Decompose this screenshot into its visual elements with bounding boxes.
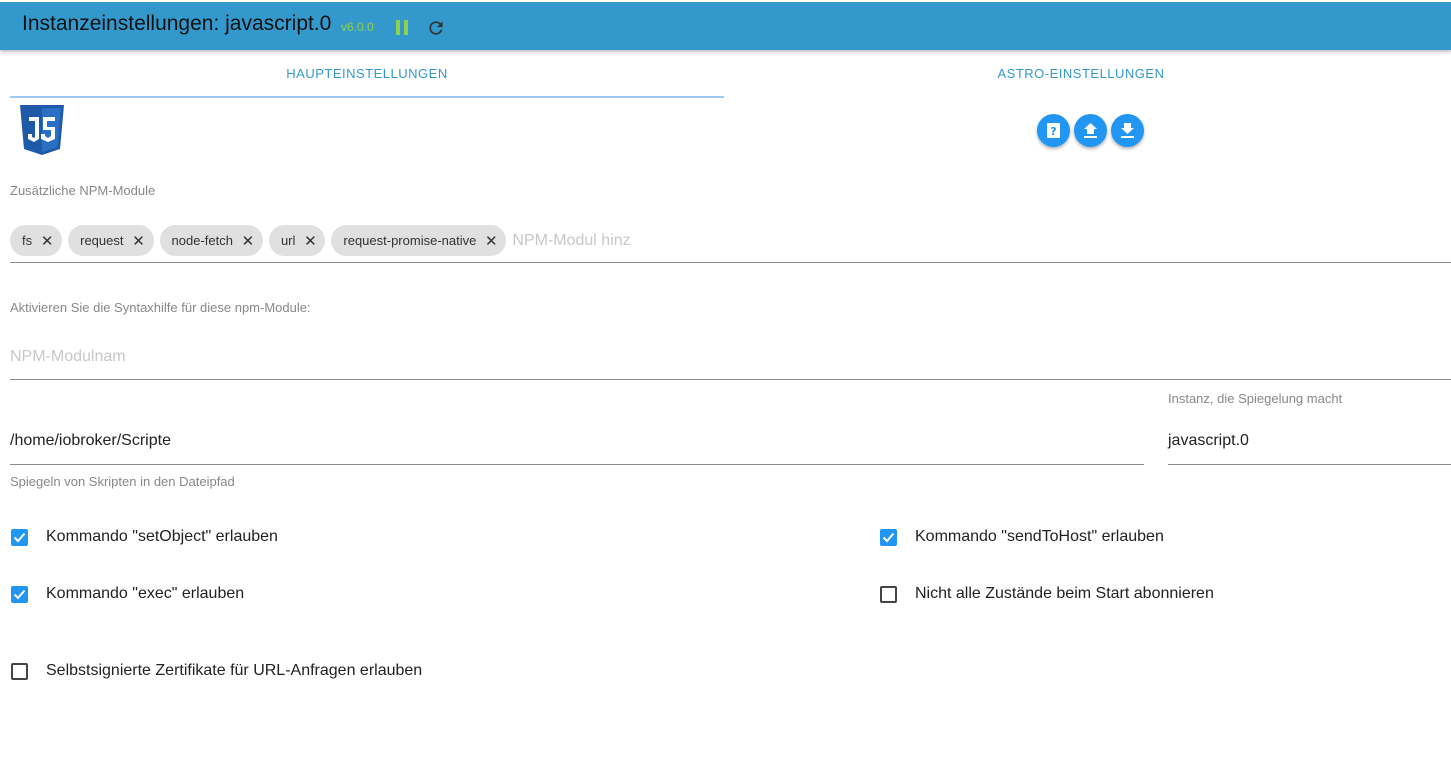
help-button[interactable]: ? [1037,114,1070,147]
allow-exec-label: Kommando "exec" erlauben [46,585,245,602]
download-icon [1121,123,1134,138]
npm-chip-url: url ✕ [268,225,326,256]
npm-chip-request: request ✕ [68,225,154,256]
allow-sendtohost-checkbox[interactable]: Kommando "sendToHost" erlauben [880,526,1164,548]
checkbox-unchecked-icon [880,585,897,603]
npm-modules-chip-input: fs ✕ request ✕ node-fetch ✕ url ✕ reques… [10,225,713,256]
instance-settings-page: Instanzeinstellungen: javascript.0 v6.0.… [0,0,1451,762]
allow-setobject-checkbox[interactable]: Kommando "setObject" erlauben [11,526,278,548]
mirror-instance-label: Instanz, die Spiegelung macht [1168,391,1343,406]
checkbox-checked-icon [880,528,897,546]
mirror-path-input[interactable]: /home/iobroker/Scripte [10,432,171,450]
chip-remove-icon[interactable]: ✕ [32,232,62,250]
chip-remove-icon[interactable]: ✕ [476,232,506,250]
refresh-icon[interactable] [426,18,446,38]
chip-remove-icon[interactable]: ✕ [233,232,263,250]
checkbox-checked-icon [11,585,28,603]
help-icon: ? [1047,123,1060,138]
mirror-path-helper: Spiegeln von Skripten in den Dateipfad [10,474,235,489]
no-subscribe-all-checkbox[interactable]: Nicht alle Zustände beim Start abonniere… [880,583,1214,605]
self-signed-certs-checkbox[interactable]: Selbstsignierte Zertifikate für URL-Anfr… [11,660,422,682]
chip-label: node-fetch [171,233,233,248]
mirror-path-underline [10,464,1144,465]
no-subscribe-all-label: Nicht alle Zustände beim Start abonniere… [915,585,1214,602]
download-button[interactable] [1111,114,1144,147]
npm-modules-label: Zusätzliche NPM-Module [10,183,156,198]
chip-label: request-promise-native [343,233,477,248]
active-tab-indicator [10,96,724,98]
svg-text:?: ? [1050,125,1056,138]
mirror-instance-select[interactable]: javascript.0 [1168,432,1249,450]
npm-chip-node-fetch: node-fetch ✕ [159,225,263,256]
upload-icon [1084,123,1097,138]
chip-label: fs [22,233,33,248]
checkbox-unchecked-icon [11,662,28,680]
tab-main-settings[interactable]: HAUPTEINSTELLUNGEN [10,52,724,98]
page-title: Instanzeinstellungen: javascript.0 [22,12,332,35]
npm-chip-fs: fs ✕ [10,225,63,256]
allow-exec-checkbox[interactable]: Kommando "exec" erlauben [11,583,244,605]
checkbox-checked-icon [11,528,28,546]
javascript-logo [20,105,64,155]
version-badge: v6.0.0 [341,20,374,34]
pause-icon[interactable] [395,20,409,35]
npm-chip-request-promise-native: request-promise-native ✕ [331,225,507,256]
self-signed-certs-label: Selbstsignierte Zertifikate für URL-Anfr… [46,662,423,679]
chip-remove-icon[interactable]: ✕ [124,232,154,250]
tab-astro-settings[interactable]: ASTRO-EINSTELLUNGEN [724,52,1438,98]
chip-label: url [280,233,296,248]
syntax-help-label: Aktivieren Sie die Syntaxhilfe für diese… [10,300,311,315]
mirror-instance-underline [1168,464,1451,465]
syntax-module-input[interactable] [10,344,610,370]
upload-button[interactable] [1074,114,1107,147]
allow-sendtohost-label: Kommando "sendToHost" erlauben [915,528,1164,545]
chip-remove-icon[interactable]: ✕ [295,232,325,250]
chip-label: request [80,233,124,248]
syntax-modules-underline [10,379,1451,380]
npm-modules-underline [10,262,1451,263]
allow-setobject-label: Kommando "setObject" erlauben [46,528,278,545]
npm-module-add-input[interactable] [512,226,713,255]
header-bar: Instanzeinstellungen: javascript.0 v6.0.… [0,2,1451,50]
